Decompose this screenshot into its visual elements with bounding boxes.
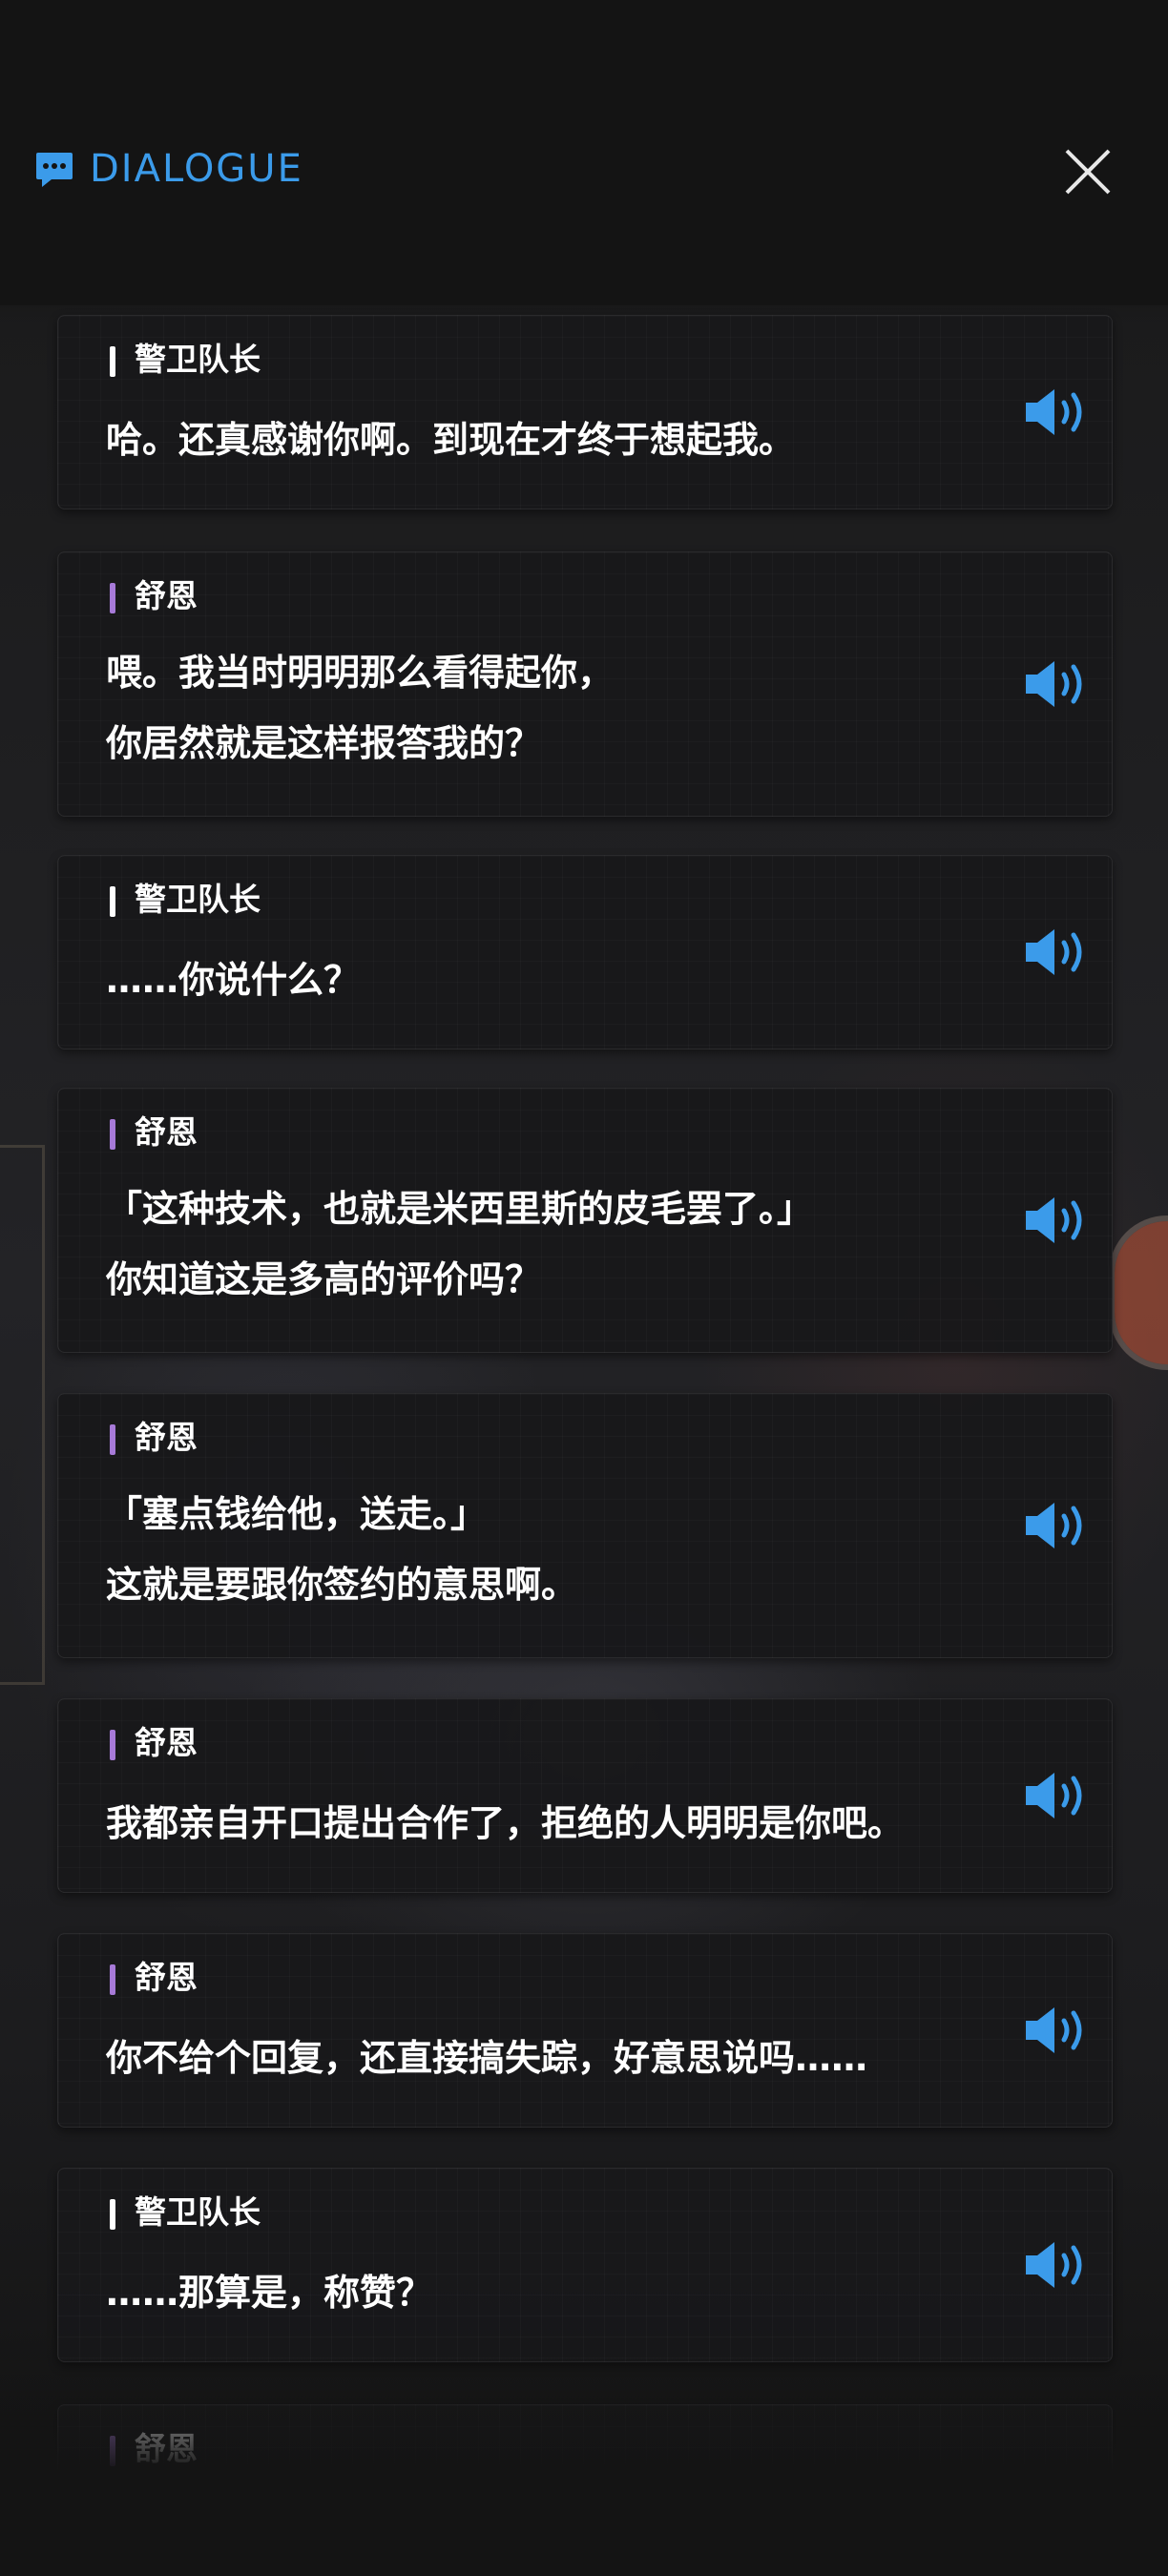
voice-play-icon[interactable] (1024, 657, 1091, 711)
speaker-marker (110, 1964, 115, 1995)
speaker-name: 警卫队长 (135, 881, 261, 918)
dialogue-entry: 舒恩你不给个回复，还直接搞失踪，好意思说吗…… (57, 1933, 1113, 2128)
speaker-marker (110, 1424, 115, 1455)
speaker-marker (110, 2199, 115, 2230)
speaker-name: 舒恩 (135, 577, 198, 614)
voice-play-icon[interactable] (1024, 2238, 1091, 2292)
speaker-marker (110, 346, 115, 377)
dialogue-line: ……那算是，称赞？ (106, 2272, 433, 2314)
dialogue-entry: 舒恩「塞点钱给他，送走。」这就是要跟你签约的意思啊。 (57, 1393, 1113, 1658)
speaker-marker (110, 886, 115, 917)
dialogue-line: 我都亲自开口提出合作了，拒绝的人明明是你吧。 (106, 1802, 905, 1844)
speaker-marker (110, 583, 115, 613)
speaker-marker (110, 1119, 115, 1150)
voice-play-icon[interactable] (1024, 2004, 1091, 2057)
dialogue-line: 你不给个回复，还直接搞失踪，好意思说吗…… (106, 2037, 868, 2079)
dialogue-entry: 警卫队长 ……那算是，称赞？ (57, 2168, 1113, 2362)
dialogue-line: 这就是要跟你签约的意思啊。 (106, 1564, 578, 1606)
dialogue-title: DIALOGUE (90, 147, 303, 191)
dialogue-line: 哈。还真感谢你啊。到现在才终于想起我。 (106, 419, 796, 461)
speaker-name: 警卫队长 (135, 2193, 261, 2231)
dialogue-line: 喂。我当时明明那么看得起你， (106, 652, 615, 694)
dialogue-line: 「这种技术，也就是米西里斯的皮毛罢了。」 (106, 1188, 814, 1230)
dialogue-entry: 舒恩喂。我当时明明那么看得起你， 你居然就是这样报答我的？ (57, 551, 1113, 817)
close-icon[interactable] (1061, 145, 1115, 198)
chat-bubble-icon (36, 153, 73, 187)
dialogue-entry: 警卫队长哈。还真感谢你啊。到现在才终于想起我。 (57, 315, 1113, 509)
voice-play-icon[interactable] (1024, 925, 1091, 979)
speaker-name: 舒恩 (135, 1113, 198, 1151)
speaker-name: 舒恩 (135, 1419, 198, 1456)
bottom-fade (0, 2347, 1168, 2576)
dialogue-header: DIALOGUE (0, 134, 1168, 210)
dialogue-line: 「塞点钱给他，送走。」 (106, 1493, 488, 1535)
voice-play-icon[interactable] (1024, 385, 1091, 439)
voice-play-icon[interactable] (1024, 1769, 1091, 1822)
dialogue-entry: 舒恩「这种技术，也就是米西里斯的皮毛罢了。」 你知道这是多高的评价吗？ (57, 1088, 1113, 1353)
dialogue-list[interactable]: 警卫队长 哈。还真感谢你啊。到现在才终于想起我。 舒恩 喂。我当时明明那么看得起你，你… (0, 0, 1168, 2576)
speaker-name: 舒恩 (135, 1959, 198, 1996)
speaker-marker (110, 1730, 115, 1760)
speaker-name: 舒恩 (135, 1724, 198, 1761)
dialogue-entry: 舒恩我都亲自开口提出合作了，拒绝的人明明是你吧。 (57, 1698, 1113, 1893)
dialogue-line: 你居然就是这样报答我的？ (106, 722, 542, 764)
voice-play-icon[interactable] (1024, 1194, 1091, 1247)
voice-play-icon[interactable] (1024, 1499, 1091, 1552)
dialogue-line: ……你说什么？ (106, 959, 361, 1001)
dialogue-line: 你知道这是多高的评价吗？ (106, 1258, 542, 1300)
speaker-name: 警卫队长 (135, 341, 261, 378)
dialogue-entry: 警卫队长 ……你说什么？ (57, 855, 1113, 1049)
